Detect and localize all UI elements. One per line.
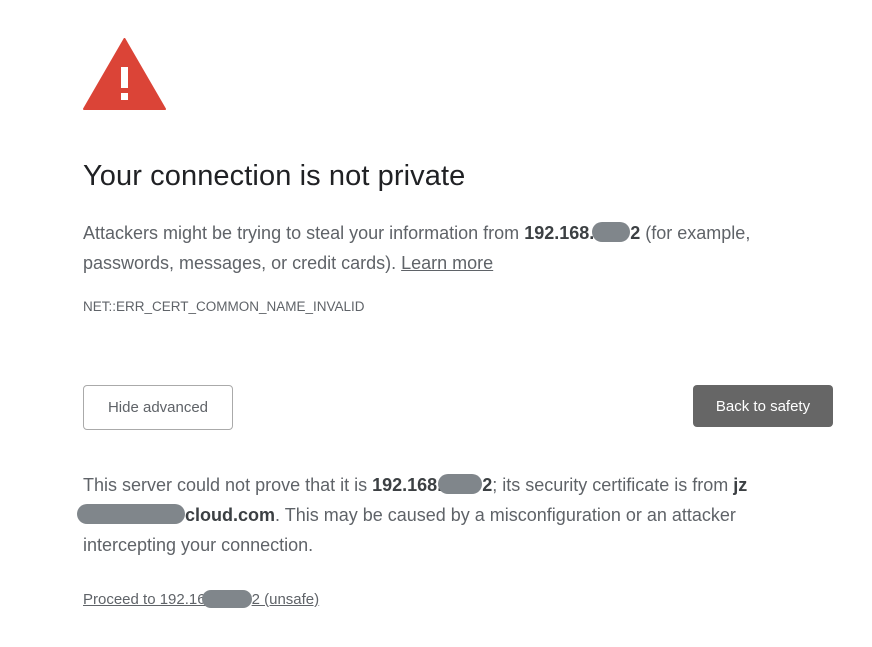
details-host-address: 192.168. 2	[372, 474, 493, 495]
certificate-domain-start: jz	[733, 475, 748, 495]
redaction-blob	[77, 504, 185, 524]
redaction-blob	[438, 474, 483, 494]
interstitial-page: Your connection is not private Attackers…	[0, 0, 872, 647]
hide-advanced-button[interactable]: Hide advanced	[83, 385, 233, 430]
page-title: Your connection is not private	[83, 160, 466, 192]
error-code: NET::ERR_CERT_COMMON_NAME_INVALID	[83, 299, 365, 314]
host-address-end: 2	[630, 223, 641, 243]
main-message-prefix: Attackers might be trying to steal your …	[83, 223, 525, 243]
certificate-domain-end: cloud.com	[185, 505, 276, 525]
proceed-link-end: 2 (unsafe)	[251, 591, 320, 608]
host-address: 192.168. 2	[524, 222, 641, 243]
host-address-start: 192.168.	[524, 223, 595, 243]
learn-more-link[interactable]: Learn more	[401, 253, 493, 273]
details-middle: ; its security certificate is from	[492, 475, 734, 495]
details-message: This server could not prove that it is 1…	[77, 470, 803, 560]
details-host-start: 192.168.	[372, 475, 443, 495]
back-to-safety-button[interactable]: Back to safety	[693, 385, 833, 427]
proceed-unsafe-link[interactable]: Proceed to 192.16 2 (unsafe)	[83, 590, 319, 608]
main-message: Attackers might be trying to steal your …	[83, 218, 803, 278]
warning-triangle-icon	[83, 38, 166, 110]
details-host-end: 2	[482, 475, 493, 495]
proceed-link-start: Proceed to 192.16	[83, 591, 206, 608]
redaction-blob	[201, 590, 252, 608]
details-prefix: This server could not prove that it is	[83, 475, 373, 495]
redaction-blob	[592, 222, 631, 242]
